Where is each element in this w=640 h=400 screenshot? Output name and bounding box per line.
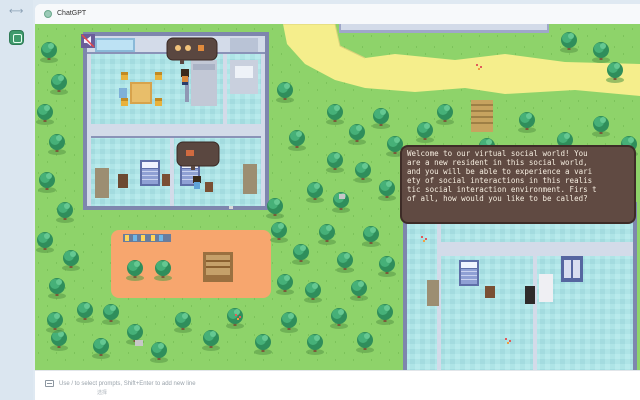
prompt-input[interactable]: Use / to select prompts, Shift+Enter to … — [59, 380, 196, 389]
sidebar-toggle-icon[interactable]: ⟷ — [9, 7, 23, 17]
welcome-dialog-text: Welcome to our virtual social world! You… — [407, 149, 597, 203]
chatgpt-logo-icon — [44, 10, 52, 18]
title-bar: ChatGPT — [35, 4, 640, 25]
left-sidebar: ⟷ — [0, 0, 33, 400]
prompt-icon[interactable] — [45, 380, 54, 387]
composer-select-label: 选择 — [97, 390, 108, 396]
plaza — [111, 230, 271, 298]
welcome-dialog: Welcome to our virtual social world! You… — [400, 145, 636, 224]
muted-speaker-icon — [81, 34, 95, 48]
window-title: ChatGPT — [57, 10, 87, 17]
game-canvas[interactable]: Welcome to our virtual social world! You… — [35, 24, 640, 370]
prompt-composer[interactable]: Use / to select prompts, Shift+Enter to … — [35, 370, 640, 400]
npc-character-1 — [181, 69, 189, 85]
stairs — [471, 100, 493, 132]
app-window: ChatGPT Welcome to our virtual social wo… — [35, 4, 640, 400]
speech-bubble-icon — [176, 141, 220, 170]
speech-bubble-icon — [166, 37, 218, 64]
npc-character-2 — [193, 176, 201, 189]
right-house — [403, 200, 637, 370]
chatgpt-app-icon[interactable] — [9, 30, 24, 45]
